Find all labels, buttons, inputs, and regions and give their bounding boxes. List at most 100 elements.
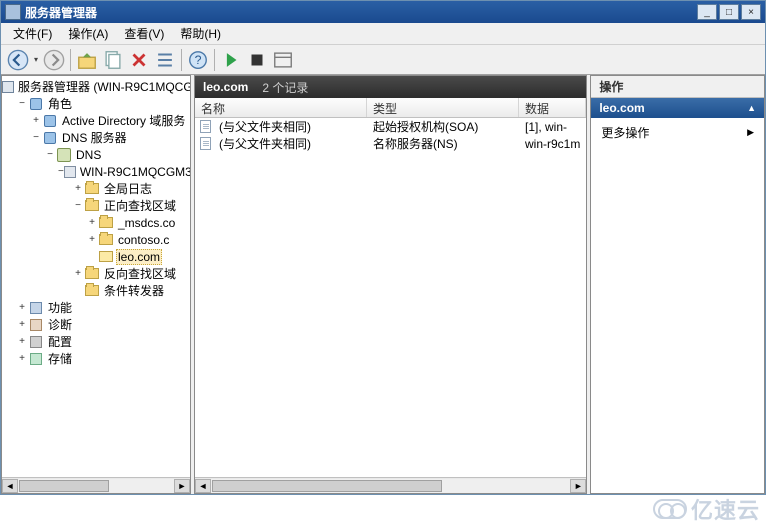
folder-up-icon — [76, 49, 98, 71]
folder-icon — [85, 200, 99, 211]
tree-msdcs[interactable]: + _msdcs.co — [2, 214, 190, 231]
col-name[interactable]: 名称 — [195, 98, 367, 117]
properties-button[interactable] — [101, 48, 125, 72]
tree-roles[interactable]: − 角色 — [2, 95, 190, 112]
nav-forward-button[interactable] — [42, 48, 66, 72]
tree-contoso[interactable]: + contoso.c — [2, 231, 190, 248]
app-icon — [5, 4, 21, 20]
expand-icon[interactable]: + — [86, 234, 98, 245]
close-button[interactable]: × — [741, 4, 761, 20]
menu-view[interactable]: 查看(V) — [116, 23, 172, 44]
actions-body: 更多操作 ▶ — [591, 118, 764, 493]
minimize-button[interactable]: _ — [697, 4, 717, 20]
tree-dns[interactable]: − DNS — [2, 146, 190, 163]
collapse-icon[interactable]: − — [16, 98, 28, 109]
list-hscroll[interactable]: ◄ ► — [195, 477, 586, 493]
scroll-left-button[interactable]: ◄ — [195, 479, 211, 493]
menu-file[interactable]: 文件(F) — [5, 23, 60, 44]
record-icon — [200, 120, 211, 133]
tree-root-label: 服务器管理器 (WIN-R9C1MQCGM3J) — [16, 77, 190, 96]
storage-icon — [30, 353, 42, 365]
tree-features[interactable]: + 功能 — [2, 299, 190, 316]
col-data[interactable]: 数据 — [519, 98, 586, 117]
tree-leo[interactable]: · leo.com — [2, 248, 190, 265]
chevron-up-icon[interactable]: ▲ — [747, 103, 756, 113]
list-item[interactable]: (与父文件夹相同) 起始授权机构(SOA) [1], win- — [195, 118, 586, 135]
collapse-icon[interactable]: − — [72, 200, 84, 211]
tree-cond-fwd[interactable]: · 条件转发器 — [2, 282, 190, 299]
actions-header: 操作 — [591, 76, 764, 98]
menubar: 文件(F) 操作(A) 查看(V) 帮助(H) — [1, 23, 765, 45]
expand-icon[interactable]: + — [16, 302, 28, 313]
nav-back-button[interactable] — [6, 48, 30, 72]
tree-fwd-zone[interactable]: − 正向查找区域 — [2, 197, 190, 214]
list-header: 名称 类型 数据 — [195, 98, 586, 118]
expand-icon[interactable]: + — [16, 353, 28, 364]
arrow-right-icon — [43, 49, 65, 71]
menu-help[interactable]: 帮助(H) — [172, 23, 229, 44]
scroll-thumb[interactable] — [19, 480, 109, 492]
expand-icon[interactable]: + — [16, 319, 28, 330]
action-more-label: 更多操作 — [601, 124, 649, 141]
nav-tree[interactable]: 服务器管理器 (WIN-R9C1MQCGM3J) − 角色 + Active D… — [2, 76, 190, 477]
expand-icon[interactable]: + — [16, 336, 28, 347]
scroll-thumb[interactable] — [212, 480, 442, 492]
scroll-left-button[interactable]: ◄ — [2, 479, 18, 493]
nav-back-dropdown[interactable]: ▾ — [31, 48, 41, 72]
up-level-button[interactable] — [75, 48, 99, 72]
maximize-button[interactable]: □ — [719, 4, 739, 20]
folder-icon — [85, 183, 99, 194]
titlebar[interactable]: 服务器管理器 _ □ × — [1, 1, 765, 23]
tree-rev-zone[interactable]: + 反向查找区域 — [2, 265, 190, 282]
expand-icon[interactable]: + — [72, 268, 84, 279]
watermark-text: 亿速云 — [691, 493, 760, 525]
help-button[interactable]: ? — [186, 48, 210, 72]
app-window: 服务器管理器 _ □ × 文件(F) 操作(A) 查看(V) 帮助(H) ▾ — [0, 0, 766, 495]
diagnostics-icon — [30, 319, 42, 331]
action-more[interactable]: 更多操作 ▶ — [591, 122, 764, 142]
scroll-track[interactable] — [18, 479, 174, 493]
stop-button[interactable] — [245, 48, 269, 72]
tree-root[interactable]: 服务器管理器 (WIN-R9C1MQCGM3J) — [2, 78, 190, 95]
collapse-icon[interactable]: − — [30, 132, 42, 143]
tree-host[interactable]: − WIN-R9C1MQCGM3J — [2, 163, 190, 180]
expand-icon[interactable]: + — [30, 115, 42, 126]
scroll-right-button[interactable]: ► — [174, 479, 190, 493]
watermark: 亿速云 — [653, 493, 760, 525]
scroll-track[interactable] — [211, 479, 570, 493]
collapse-icon[interactable]: − — [44, 149, 56, 160]
play-icon — [220, 49, 242, 71]
delete-button[interactable] — [127, 48, 151, 72]
tree-dns-server[interactable]: − DNS 服务器 — [2, 129, 190, 146]
features-icon — [30, 302, 42, 314]
tree-storage[interactable]: + 存储 — [2, 350, 190, 367]
server-manager-icon — [2, 81, 14, 93]
tree-diagnostics[interactable]: + 诊断 — [2, 316, 190, 333]
expand-icon[interactable]: + — [86, 217, 98, 228]
tree-global-log[interactable]: + 全局日志 — [2, 180, 190, 197]
record-count: 2 个记录 — [262, 79, 308, 96]
run-button[interactable] — [219, 48, 243, 72]
stop-icon — [246, 49, 268, 71]
list-view-button[interactable] — [153, 48, 177, 72]
list-item[interactable]: (与父文件夹相同) 名称服务器(NS) win-r9c1m — [195, 135, 586, 152]
menu-action[interactable]: 操作(A) — [60, 23, 116, 44]
actions-pane: 操作 leo.com ▲ 更多操作 ▶ — [590, 75, 765, 494]
expand-icon[interactable]: + — [72, 183, 84, 194]
zone-icon — [99, 217, 113, 228]
tree-ad[interactable]: + Active Directory 域服务 — [2, 112, 190, 129]
tree-hscroll[interactable]: ◄ ► — [2, 477, 190, 493]
roles-icon — [30, 98, 42, 110]
ad-icon — [44, 115, 56, 127]
list-body[interactable]: (与父文件夹相同) 起始授权机构(SOA) [1], win- (与父文件夹相同… — [195, 118, 586, 477]
svg-text:?: ? — [195, 53, 202, 67]
scroll-right-button[interactable]: ► — [570, 479, 586, 493]
chevron-right-icon: ▶ — [747, 127, 754, 138]
col-type[interactable]: 类型 — [367, 98, 519, 117]
server-icon — [64, 166, 76, 178]
zone-open-icon — [99, 251, 113, 262]
tree-config[interactable]: + 配置 — [2, 333, 190, 350]
actions-section[interactable]: leo.com ▲ — [591, 98, 764, 118]
filter-button[interactable] — [271, 48, 295, 72]
help-icon: ? — [187, 49, 209, 71]
